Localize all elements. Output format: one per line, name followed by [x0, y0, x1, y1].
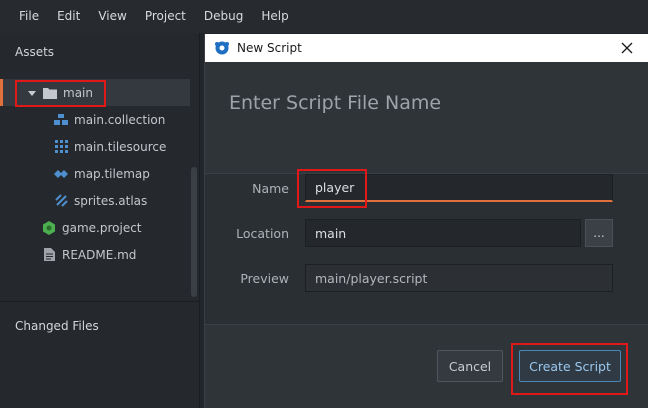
panel-divider	[0, 301, 200, 302]
changed-files-title: Changed Files	[15, 319, 99, 333]
tree-item-label: main.tilesource	[74, 139, 167, 154]
dialog-title: New Script	[237, 41, 302, 55]
document-icon	[42, 248, 56, 262]
highlight-main-folder	[15, 80, 106, 107]
menu-view[interactable]: View	[89, 0, 135, 33]
tree-item-game-project[interactable]: game.project	[0, 214, 200, 241]
menu-file[interactable]: File	[10, 0, 48, 33]
highlight-create-button	[511, 343, 628, 395]
atlas-icon	[54, 194, 68, 208]
tree-item-label: sprites.atlas	[74, 193, 148, 208]
browse-button[interactable]: ...	[585, 219, 613, 247]
tilesource-icon	[54, 140, 68, 154]
menu-bar: File Edit View Project Debug Help	[0, 0, 648, 33]
tree-item-map-tilemap[interactable]: map.tilemap	[0, 160, 200, 187]
menu-project[interactable]: Project	[136, 0, 195, 33]
tree-item-label: game.project	[62, 220, 142, 235]
preview-label: Preview	[240, 271, 289, 286]
tree-item-sprites-atlas[interactable]: sprites.atlas	[0, 187, 200, 214]
tilemap-icon	[54, 167, 68, 181]
tree-item-label: README.md	[62, 247, 137, 262]
tree-item-main-tilesource[interactable]: main.tilesource	[0, 133, 200, 160]
dialog-titlebar: New Script	[205, 34, 648, 62]
dialog-heading: Enter Script File Name	[229, 92, 442, 114]
highlight-name-field	[297, 169, 367, 208]
preview-field: main/player.script	[305, 264, 613, 292]
tree-item-main-collection[interactable]: main.collection	[0, 106, 200, 133]
menu-debug[interactable]: Debug	[195, 0, 252, 33]
close-icon[interactable]	[617, 38, 637, 58]
defold-logo-icon	[214, 40, 230, 56]
collection-icon	[54, 113, 68, 127]
menu-edit[interactable]: Edit	[48, 0, 89, 33]
cancel-button[interactable]: Cancel	[437, 350, 503, 382]
menu-help[interactable]: Help	[252, 0, 297, 33]
assets-title: Assets	[15, 45, 55, 59]
project-icon	[42, 220, 56, 235]
tree-item-label: main.collection	[74, 112, 166, 127]
name-label: Name	[252, 181, 289, 196]
location-label: Location	[236, 226, 289, 241]
assets-scrollbar[interactable]	[191, 167, 197, 297]
assets-tree: main main.collection main.tilesource map…	[0, 79, 200, 268]
location-input[interactable]: main	[305, 219, 581, 247]
tree-item-readme[interactable]: README.md	[0, 241, 200, 268]
tree-item-label: map.tilemap	[74, 166, 150, 181]
dialog-header: Enter Script File Name	[205, 62, 648, 174]
